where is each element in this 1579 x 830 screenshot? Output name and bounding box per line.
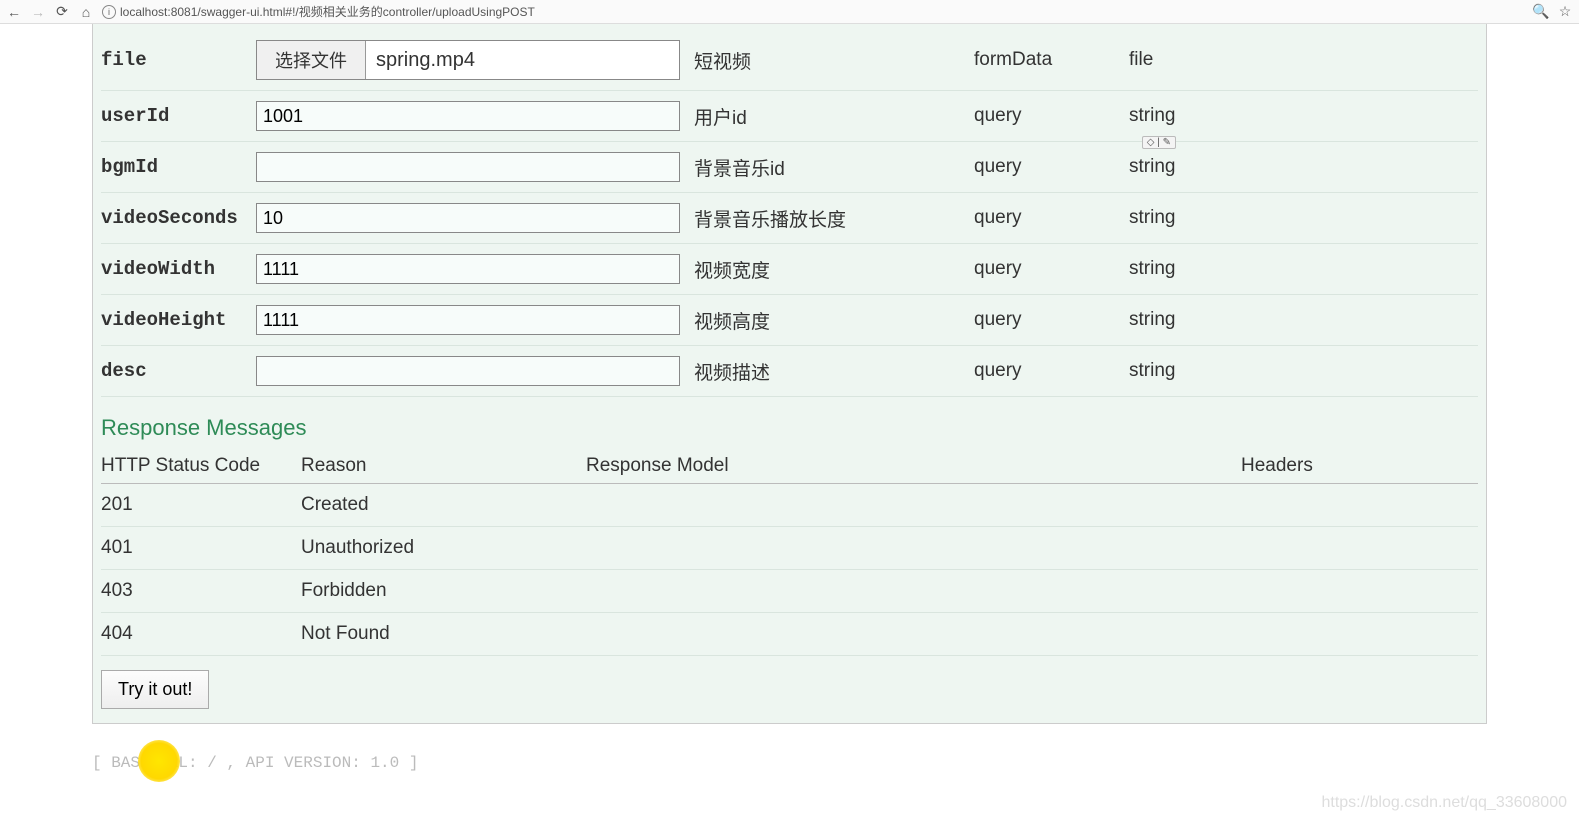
response-row: 201Created xyxy=(101,484,1478,527)
response-headers xyxy=(1241,527,1478,570)
response-column-header: Headers xyxy=(1241,451,1478,484)
param-name: videoHeight xyxy=(101,295,256,346)
param-description: 视频宽度 xyxy=(694,244,974,295)
param-data-type: string xyxy=(1129,244,1478,295)
site-info-icon[interactable]: i xyxy=(102,5,116,19)
response-model xyxy=(586,527,1241,570)
browser-toolbar: ← → ⟳ ⌂ i localhost:8081/swagger-ui.html… xyxy=(0,0,1579,24)
address-bar[interactable]: i localhost:8081/swagger-ui.html#!/视频相关业… xyxy=(102,3,1525,20)
param-input-videoSeconds[interactable] xyxy=(256,203,680,233)
response-messages-heading: Response Messages xyxy=(101,415,1478,441)
response-code: 404 xyxy=(101,613,301,656)
response-reason: Created xyxy=(301,484,586,527)
response-row: 404Not Found xyxy=(101,613,1478,656)
param-input-desc[interactable] xyxy=(256,356,680,386)
response-column-header: Response Model xyxy=(586,451,1241,484)
response-reason: Not Found xyxy=(301,613,586,656)
response-headers xyxy=(1241,570,1478,613)
star-icon[interactable]: ☆ xyxy=(1557,4,1573,20)
param-description: 背景音乐id xyxy=(694,142,974,193)
param-type: query xyxy=(974,295,1129,346)
param-row: videoHeight 视频高度querystring xyxy=(101,295,1478,346)
reload-icon[interactable]: ⟳ xyxy=(54,4,70,20)
response-headers xyxy=(1241,484,1478,527)
param-description: 用户id xyxy=(694,91,974,142)
response-model xyxy=(586,570,1241,613)
copy-edit-badge[interactable]: ◇ | ✎ xyxy=(1142,136,1176,149)
response-reason: Unauthorized xyxy=(301,527,586,570)
response-headers xyxy=(1241,613,1478,656)
param-data-type: string xyxy=(1129,142,1478,193)
response-code: 403 xyxy=(101,570,301,613)
response-model xyxy=(586,484,1241,527)
url-text: localhost:8081/swagger-ui.html#!/视频相关业务的… xyxy=(120,3,1525,20)
param-type: query xyxy=(974,91,1129,142)
response-code: 401 xyxy=(101,527,301,570)
param-input-bgmId[interactable] xyxy=(256,152,680,182)
param-input-videoHeight[interactable] xyxy=(256,305,680,335)
param-row: videoSeconds 背景音乐播放长度querystring xyxy=(101,193,1478,244)
param-type: query xyxy=(974,193,1129,244)
search-icon[interactable]: 🔍 xyxy=(1533,4,1549,20)
param-input-videoWidth[interactable] xyxy=(256,254,680,284)
param-name: bgmId xyxy=(101,142,256,193)
param-data-type: string xyxy=(1129,295,1478,346)
watermark-text: https://blog.csdn.net/qq_33608000 xyxy=(1321,794,1567,812)
response-column-header: Reason xyxy=(301,451,586,484)
file-name-label: spring.mp4 xyxy=(366,49,485,72)
param-name: userId xyxy=(101,91,256,142)
back-icon[interactable]: ← xyxy=(6,4,22,20)
param-type: query xyxy=(974,142,1129,193)
response-table: HTTP Status CodeReasonResponse ModelHead… xyxy=(101,451,1478,656)
param-name: videoSeconds xyxy=(101,193,256,244)
param-row: userId 用户idquerystring xyxy=(101,91,1478,142)
try-it-out-button[interactable]: Try it out! xyxy=(101,670,209,709)
param-data-type: string xyxy=(1129,193,1478,244)
param-name: desc xyxy=(101,346,256,397)
param-name: videoWidth xyxy=(101,244,256,295)
param-row: desc 视频描述querystring xyxy=(101,346,1478,397)
param-description: 短视频 xyxy=(694,30,974,91)
response-column-header: HTTP Status Code xyxy=(101,451,301,484)
param-row: file选择文件spring.mp4短视频formDatafile xyxy=(101,30,1478,91)
param-description: 视频描述 xyxy=(694,346,974,397)
response-model xyxy=(586,613,1241,656)
operation-box: ◇ | ✎ file选择文件spring.mp4短视频formDatafileu… xyxy=(92,24,1487,724)
forward-icon[interactable]: → xyxy=(30,4,46,20)
param-data-type: string xyxy=(1129,346,1478,397)
param-input-userId[interactable] xyxy=(256,101,680,131)
param-type: formData xyxy=(974,30,1129,91)
cursor-highlight xyxy=(138,740,180,782)
param-row: videoWidth 视频宽度querystring xyxy=(101,244,1478,295)
response-row: 401Unauthorized xyxy=(101,527,1478,570)
param-name: file xyxy=(101,30,256,91)
file-input-control[interactable]: 选择文件spring.mp4 xyxy=(256,40,680,80)
response-reason: Forbidden xyxy=(301,570,586,613)
file-choose-button[interactable]: 选择文件 xyxy=(257,41,366,79)
param-description: 视频高度 xyxy=(694,295,974,346)
response-code: 201 xyxy=(101,484,301,527)
param-description: 背景音乐播放长度 xyxy=(694,193,974,244)
param-data-type: string xyxy=(1129,91,1478,142)
parameters-table: file选择文件spring.mp4短视频formDatafileuserId用… xyxy=(101,30,1478,397)
api-footer: [ BASE URL: / , API VERSION: 1.0 ] xyxy=(92,754,1487,772)
param-data-type: file xyxy=(1129,30,1478,91)
param-row: bgmId 背景音乐idquerystring xyxy=(101,142,1478,193)
response-row: 403Forbidden xyxy=(101,570,1478,613)
param-type: query xyxy=(974,346,1129,397)
home-icon[interactable]: ⌂ xyxy=(78,4,94,20)
param-type: query xyxy=(974,244,1129,295)
